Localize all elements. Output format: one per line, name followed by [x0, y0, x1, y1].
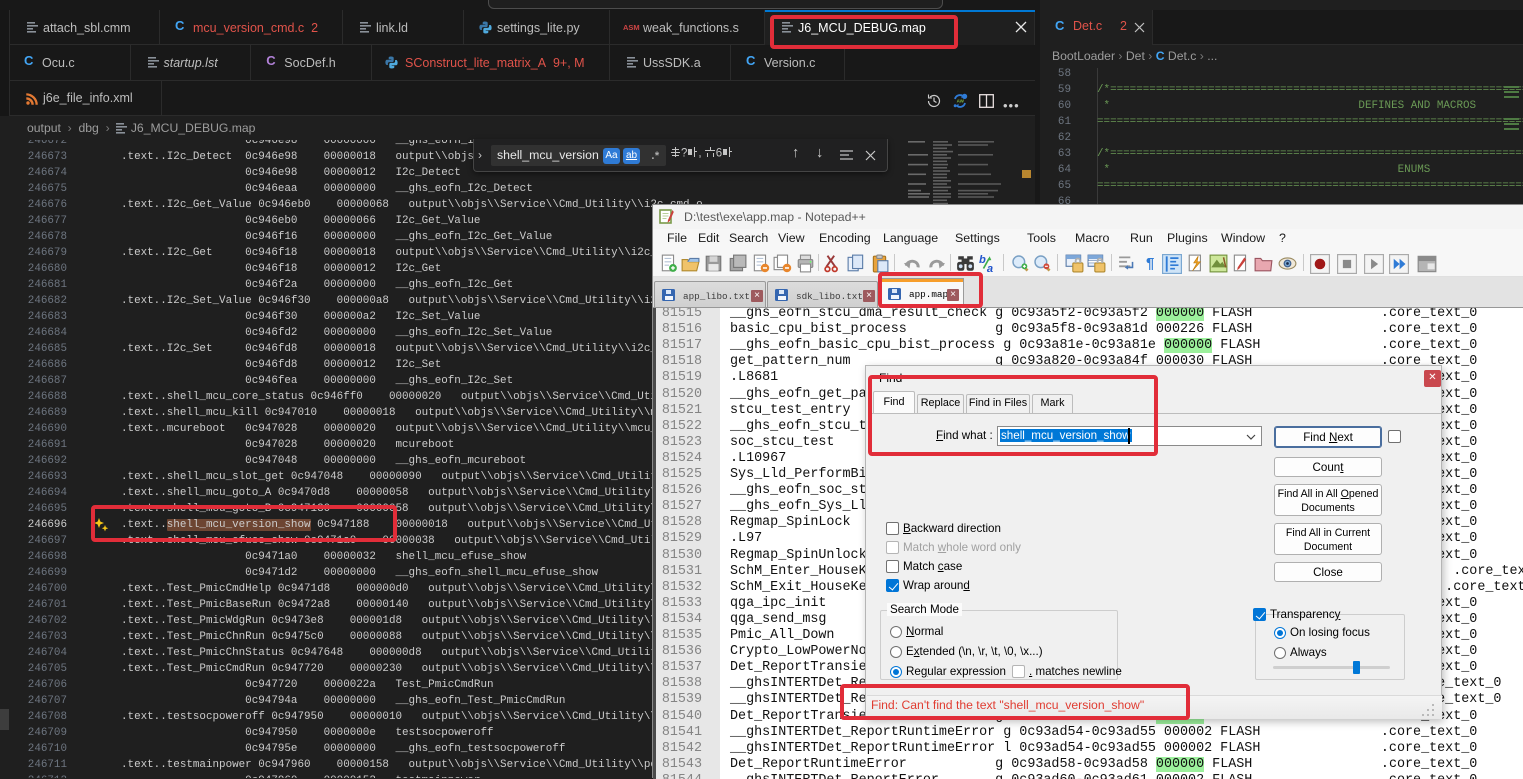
svg-text:a: a	[987, 263, 993, 273]
svg-text:¶: ¶	[1146, 255, 1154, 271]
